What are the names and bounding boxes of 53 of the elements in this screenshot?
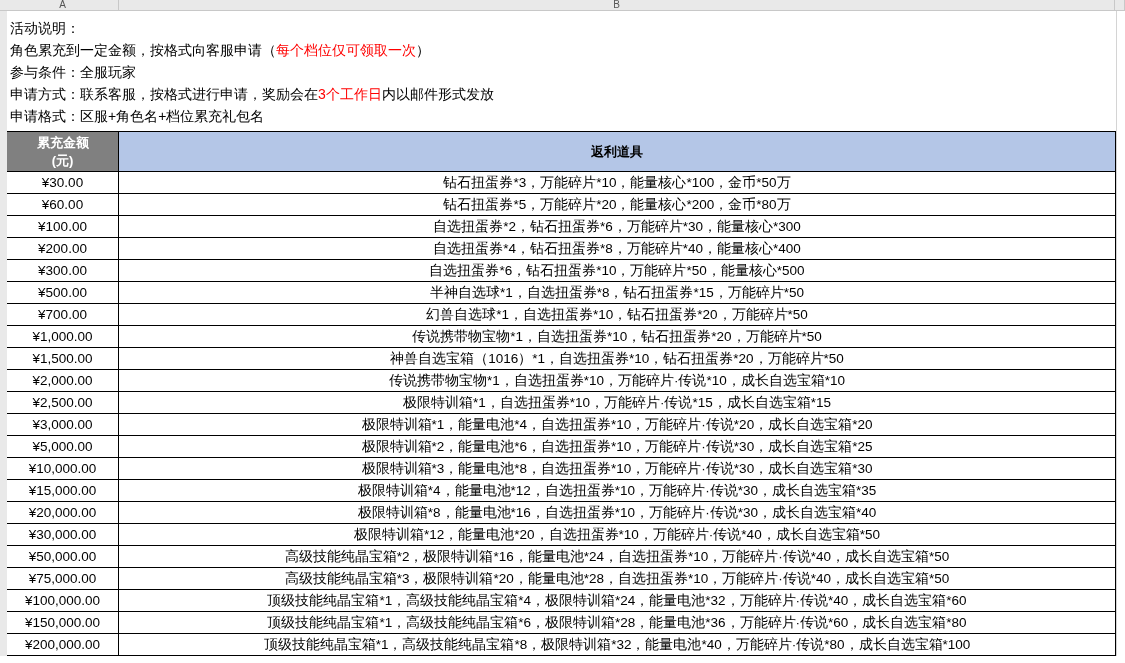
table-cell: 自选扭蛋券*6，钻石扭蛋券*10，万能碎片*50，能量核心*500 [119,260,1116,281]
table-cell: 半神自选球*1，自选扭蛋券*8，钻石扭蛋券*15，万能碎片*50 [119,282,1116,303]
table-cell: 顶级技能纯晶宝箱*1，高级技能纯晶宝箱*6，极限特训箱*28，能量电池*36，万能碎片·传说*60，成长自选宝箱*80 [119,612,1116,633]
table-cell: ¥30,000.00 [7,524,119,545]
table-cell: ¥2,000.00 [7,370,119,391]
table-cell: 高级技能纯晶宝箱*3，极限特训箱*20，能量电池*28，自选扭蛋券*10，万能碎片·传说*40，成长自选宝箱*50 [119,568,1116,589]
table-cell: ¥1,500.00 [7,348,119,369]
table-cell: 自选扭蛋券*4，钻石扭蛋券*8，万能碎片*40，能量核心*400 [119,238,1116,259]
table-cell: 自选扭蛋券*2，钻石扭蛋券*6，万能碎片*30，能量核心*300 [119,216,1116,237]
table-cell: 钻石扭蛋券*3，万能碎片*10，能量核心*100，金币*50万 [119,172,1116,193]
table-cell: ¥5,000.00 [7,436,119,457]
table-cell: ¥700.00 [7,304,119,325]
table-cell: ¥3,000.00 [7,414,119,435]
table-cell: 极限特训箱*4，能量电池*12，自选扭蛋券*10，万能碎片·传说*30，成长自选宝箱*35 [119,480,1116,501]
column-header[interactable]: A [7,0,119,10]
table-header: 返利道具 [119,132,1116,171]
table-cell: ¥500.00 [7,282,119,303]
intro-text: 申请方式：联系客服，按格式进行申请，奖励会在3个工作日 内以邮件形式发放 [10,85,495,104]
table-cell: 顶级技能纯晶宝箱*1，高级技能纯晶宝箱*4，极限特训箱*24，能量电池*32，万能碎片·传说*40，成长自选宝箱*60 [119,590,1116,611]
column-header[interactable]: B [119,0,1115,10]
intro-text: 活动说明： [10,19,81,38]
table-cell: ¥200.00 [7,238,119,259]
table-header: 累充金额 (元) [7,132,119,171]
table-cell: 极限特训箱*8，能量电池*16，自选扭蛋券*10，万能碎片·传说*30，成长自选宝箱*40 [119,502,1116,523]
table-cell: ¥15,000.00 [7,480,119,501]
table-cell: 幻兽自选球*1，自选扭蛋券*10，钻石扭蛋券*20，万能碎片*50 [119,304,1116,325]
table-cell: ¥50,000.00 [7,546,119,567]
table-cell: ¥60.00 [7,194,119,215]
table-cell: ¥2,500.00 [7,392,119,413]
table-cell: 极限特训箱*2，能量电池*6，自选扭蛋券*10，万能碎片·传说*30，成长自选宝箱*25 [119,436,1116,457]
table-cell: 极限特训箱*12，能量电池*20，自选扭蛋券*10，万能碎片·传说*40，成长自选宝箱*50 [119,524,1116,545]
table-cell: 高级技能纯晶宝箱*2，极限特训箱*16，能量电池*24，自选扭蛋券*10，万能碎片·传说*40，成长自选宝箱*50 [119,546,1116,567]
table-cell: ¥30.00 [7,172,119,193]
table-cell: ¥300.00 [7,260,119,281]
table-cell: ¥100,000.00 [7,590,119,611]
table-cell: ¥200,000.00 [7,634,119,655]
intro-text: 角色累充到一定金额，按格式向客服申请（每个档位仅可领取一次） [10,41,431,60]
table-cell: 钻石扭蛋券*5，万能碎片*20，能量核心*200，金币*80万 [119,194,1116,215]
table-cell: 极限特训箱*1，能量电池*4，自选扭蛋券*10，万能碎片·传说*20，成长自选宝箱*20 [119,414,1116,435]
table-cell: ¥10,000.00 [7,458,119,479]
table-cell: 顶级技能纯晶宝箱*1，高级技能纯晶宝箱*8，极限特训箱*32，能量电池*40，万能碎片·传说*80，成长自选宝箱*100 [119,634,1116,655]
table-cell: 极限特训箱*3，能量电池*8，自选扭蛋券*10，万能碎片·传说*30，成长自选宝箱*30 [119,458,1116,479]
table-cell: 传说携带物宝物*1，自选扭蛋券*10，钻石扭蛋券*20，万能碎片*50 [119,326,1116,347]
table-cell: ¥100.00 [7,216,119,237]
table-cell: ¥1,000.00 [7,326,119,347]
table-cell: ¥75,000.00 [7,568,119,589]
table-cell: ¥20,000.00 [7,502,119,523]
intro-text: 申请格式：区服+角色名+档位累充礼包名 [10,107,266,126]
intro-text: 参与条件：全服玩家 [10,63,137,82]
table-cell: ¥150,000.00 [7,612,119,633]
table-cell: 极限特训箱*1，自选扭蛋券*10，万能碎片·传说*15，成长自选宝箱*15 [119,392,1116,413]
table-cell: 神兽自选宝箱（1016）*1，自选扭蛋券*10，钻石扭蛋券*20，万能碎片*50 [119,348,1116,369]
table-cell: 传说携带物宝物*1，自选扭蛋券*10，万能碎片·传说*10，成长自选宝箱*10 [119,370,1116,391]
